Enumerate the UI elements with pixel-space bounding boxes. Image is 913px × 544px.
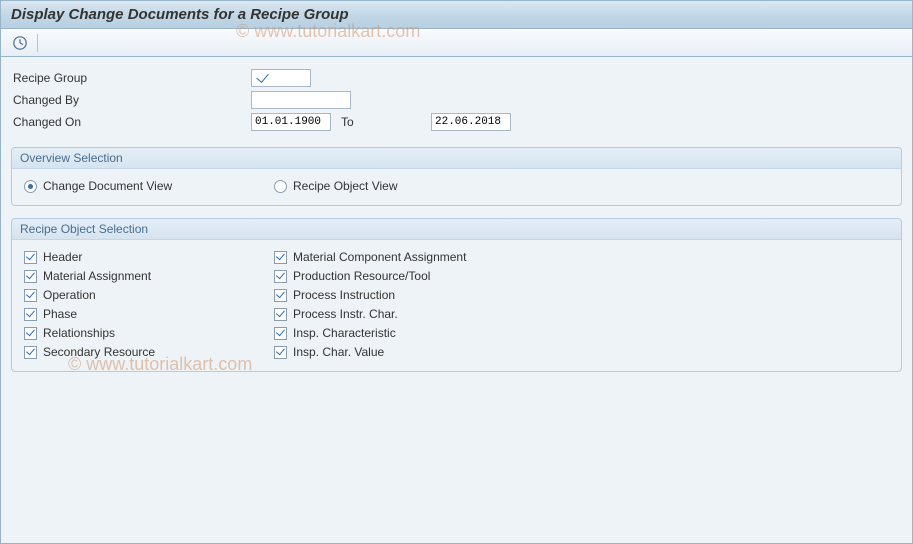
chk-label-process-instruction[interactable]: Process Instruction [293,288,395,302]
row-changed-by: Changed By [11,89,902,111]
chk-phase[interactable] [24,308,37,321]
chk-insp-char-value[interactable] [274,346,287,359]
chk-label-material-component-assignment[interactable]: Material Component Assignment [293,250,466,264]
radio-row-overview: Change Document View Recipe Object View [24,179,889,193]
chk-label-secondary-resource[interactable]: Secondary Resource [43,345,155,359]
chk-label-process-instr-char[interactable]: Process Instr. Char. [293,307,398,321]
chk-insp-characteristic[interactable] [274,327,287,340]
chk-label-relationships[interactable]: Relationships [43,326,115,340]
chk-label-header[interactable]: Header [43,250,82,264]
content-area: © www.tutorialkart.com Recipe Group Chan… [1,57,912,394]
radio-label-recipe-object-view[interactable]: Recipe Object View [293,179,398,193]
sap-window: Display Change Documents for a Recipe Gr… [0,0,913,544]
group-recipe-object-selection: Recipe Object Selection Header Material … [11,218,902,372]
group-title-recipe-object: Recipe Object Selection [12,219,901,240]
chk-production-resource-tool[interactable] [274,270,287,283]
radio-change-document-view[interactable] [24,180,37,193]
chk-label-production-resource-tool[interactable]: Production Resource/Tool [293,269,430,283]
chk-label-phase[interactable]: Phase [43,307,77,321]
chk-operation[interactable] [24,289,37,302]
radio-recipe-object-view[interactable] [274,180,287,193]
group-title-overview: Overview Selection [12,148,901,169]
label-changed-on: Changed On [11,115,251,129]
chk-process-instruction[interactable] [274,289,287,302]
input-changed-on-from[interactable] [251,113,331,131]
chk-material-component-assignment[interactable] [274,251,287,264]
row-recipe-group: Recipe Group [11,67,902,89]
chk-label-material-assignment[interactable]: Material Assignment [43,269,151,283]
row-changed-on: Changed On To [11,111,902,133]
page-title: Display Change Documents for a Recipe Gr… [1,1,912,29]
chk-header[interactable] [24,251,37,264]
check-grid: Header Material Component Assignment Mat… [24,250,889,359]
chk-material-assignment[interactable] [24,270,37,283]
execute-button[interactable] [9,33,31,53]
chk-label-operation[interactable]: Operation [43,288,96,302]
clock-execute-icon [12,35,28,51]
label-recipe-group: Recipe Group [11,71,251,85]
group-overview-selection: Overview Selection Change Document View … [11,147,902,206]
chk-label-insp-characteristic[interactable]: Insp. Characteristic [293,326,396,340]
input-changed-on-to[interactable] [431,113,511,131]
selection-form: Recipe Group Changed By Changed On To [11,67,902,133]
toolbar-divider [37,34,38,52]
chk-label-insp-char-value[interactable]: Insp. Char. Value [293,345,384,359]
chk-relationships[interactable] [24,327,37,340]
chk-secondary-resource[interactable] [24,346,37,359]
label-to: To [331,115,391,129]
chk-process-instr-char[interactable] [274,308,287,321]
radio-label-change-document-view[interactable]: Change Document View [43,179,172,193]
label-changed-by: Changed By [11,93,251,107]
app-toolbar [1,29,912,57]
input-changed-by[interactable] [251,91,351,109]
